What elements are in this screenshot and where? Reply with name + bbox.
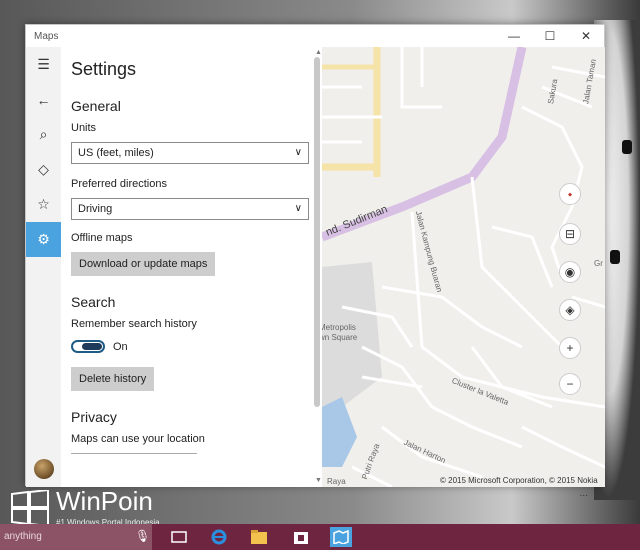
map-label-town-square: wn Square (322, 333, 358, 342)
task-view-icon[interactable] (168, 527, 190, 547)
section-search-heading: Search (71, 294, 116, 310)
maps-app-icon[interactable] (330, 527, 352, 547)
taskbar: anything 🎙 (0, 524, 640, 550)
avatar[interactable] (34, 459, 54, 479)
hamburger-icon[interactable]: ☰ (26, 47, 61, 82)
chevron-down-icon: ∨ (294, 203, 302, 214)
locate-icon[interactable]: ◉ (559, 261, 581, 283)
settings-panel: Settings General Units US (feet, miles) … (61, 47, 322, 487)
zoom-out-button[interactable]: − (559, 373, 581, 395)
wallpaper-detail (610, 250, 620, 264)
microphone-icon[interactable]: 🎙 (135, 529, 150, 543)
units-label: Units (71, 122, 97, 134)
toggle-divider (71, 453, 197, 454)
more-options-button[interactable]: ... (580, 488, 588, 499)
store-icon[interactable] (290, 527, 312, 547)
units-value: US (feet, miles) (78, 147, 154, 159)
download-maps-button[interactable]: Download or update maps (71, 252, 216, 276)
directions-select[interactable]: Driving ∨ (71, 198, 309, 220)
units-select[interactable]: US (feet, miles) ∨ (71, 142, 309, 164)
close-button[interactable]: ✕ (568, 25, 604, 47)
section-privacy-heading: Privacy (71, 409, 117, 425)
zoom-in-button[interactable]: + (559, 337, 581, 359)
scroll-down-arrow-icon[interactable]: ▼ (315, 477, 322, 484)
back-arrow-icon[interactable]: ← (26, 82, 61, 117)
layers-icon[interactable]: ◈ (559, 299, 581, 321)
wallpaper-detail (622, 140, 632, 154)
toggle-state-label: On (113, 340, 128, 353)
search-history-toggle-row: On (71, 340, 322, 353)
title-bar: Maps — ☐ ✕ (26, 25, 604, 47)
winpoin-logo-icon (11, 490, 49, 526)
directions-label: Preferred directions (71, 178, 167, 190)
page-title: Settings (71, 59, 137, 79)
search-history-label: Remember search history (71, 318, 197, 330)
maximize-button[interactable]: ☐ (532, 25, 568, 47)
maps-window: Maps — ☐ ✕ ☰ ← ⌕ ◇ ☆ ⚙ Settings General … (25, 24, 605, 499)
file-explorer-icon[interactable] (248, 527, 270, 547)
star-icon[interactable]: ☆ (26, 187, 61, 222)
map-copyright: © 2015 Microsoft Corporation, © 2015 Nok… (440, 476, 598, 485)
chevron-down-icon: ∨ (294, 147, 302, 158)
map-view[interactable]: nd. Sudirman Jalan Taman Sakura Jalan Ka… (322, 47, 605, 487)
map-label-gr: Gr (594, 259, 603, 268)
section-general-heading: General (71, 98, 121, 114)
offline-maps-label: Offline maps (71, 232, 133, 244)
nav-rail: ☰ ← ⌕ ◇ ☆ ⚙ (26, 47, 61, 487)
window-title: Maps (34, 30, 59, 42)
compass-icon[interactable]: ⬩ (559, 183, 581, 205)
watermark-title: WinPoin (56, 486, 153, 516)
scroll-up-arrow-icon[interactable]: ▲ (315, 49, 322, 56)
tilt-icon[interactable]: ⊟ (559, 223, 581, 245)
location-permission-label: Maps can use your location (71, 433, 205, 445)
delete-history-button[interactable]: Delete history (71, 367, 155, 391)
taskbar-search-input[interactable]: anything (0, 524, 152, 550)
directions-value: Driving (78, 203, 113, 215)
settings-scrollbar[interactable] (314, 57, 320, 407)
toggle-knob (82, 343, 102, 350)
directions-icon[interactable]: ◇ (26, 152, 61, 187)
gear-icon[interactable]: ⚙ (26, 222, 61, 257)
internet-explorer-icon[interactable] (208, 527, 230, 547)
search-history-toggle[interactable] (71, 340, 105, 353)
map-label-metropolis: Metropolis (322, 323, 356, 332)
minimize-button[interactable]: — (496, 25, 532, 47)
map-label-raya: Raya (327, 477, 346, 486)
search-icon[interactable]: ⌕ (26, 117, 61, 152)
